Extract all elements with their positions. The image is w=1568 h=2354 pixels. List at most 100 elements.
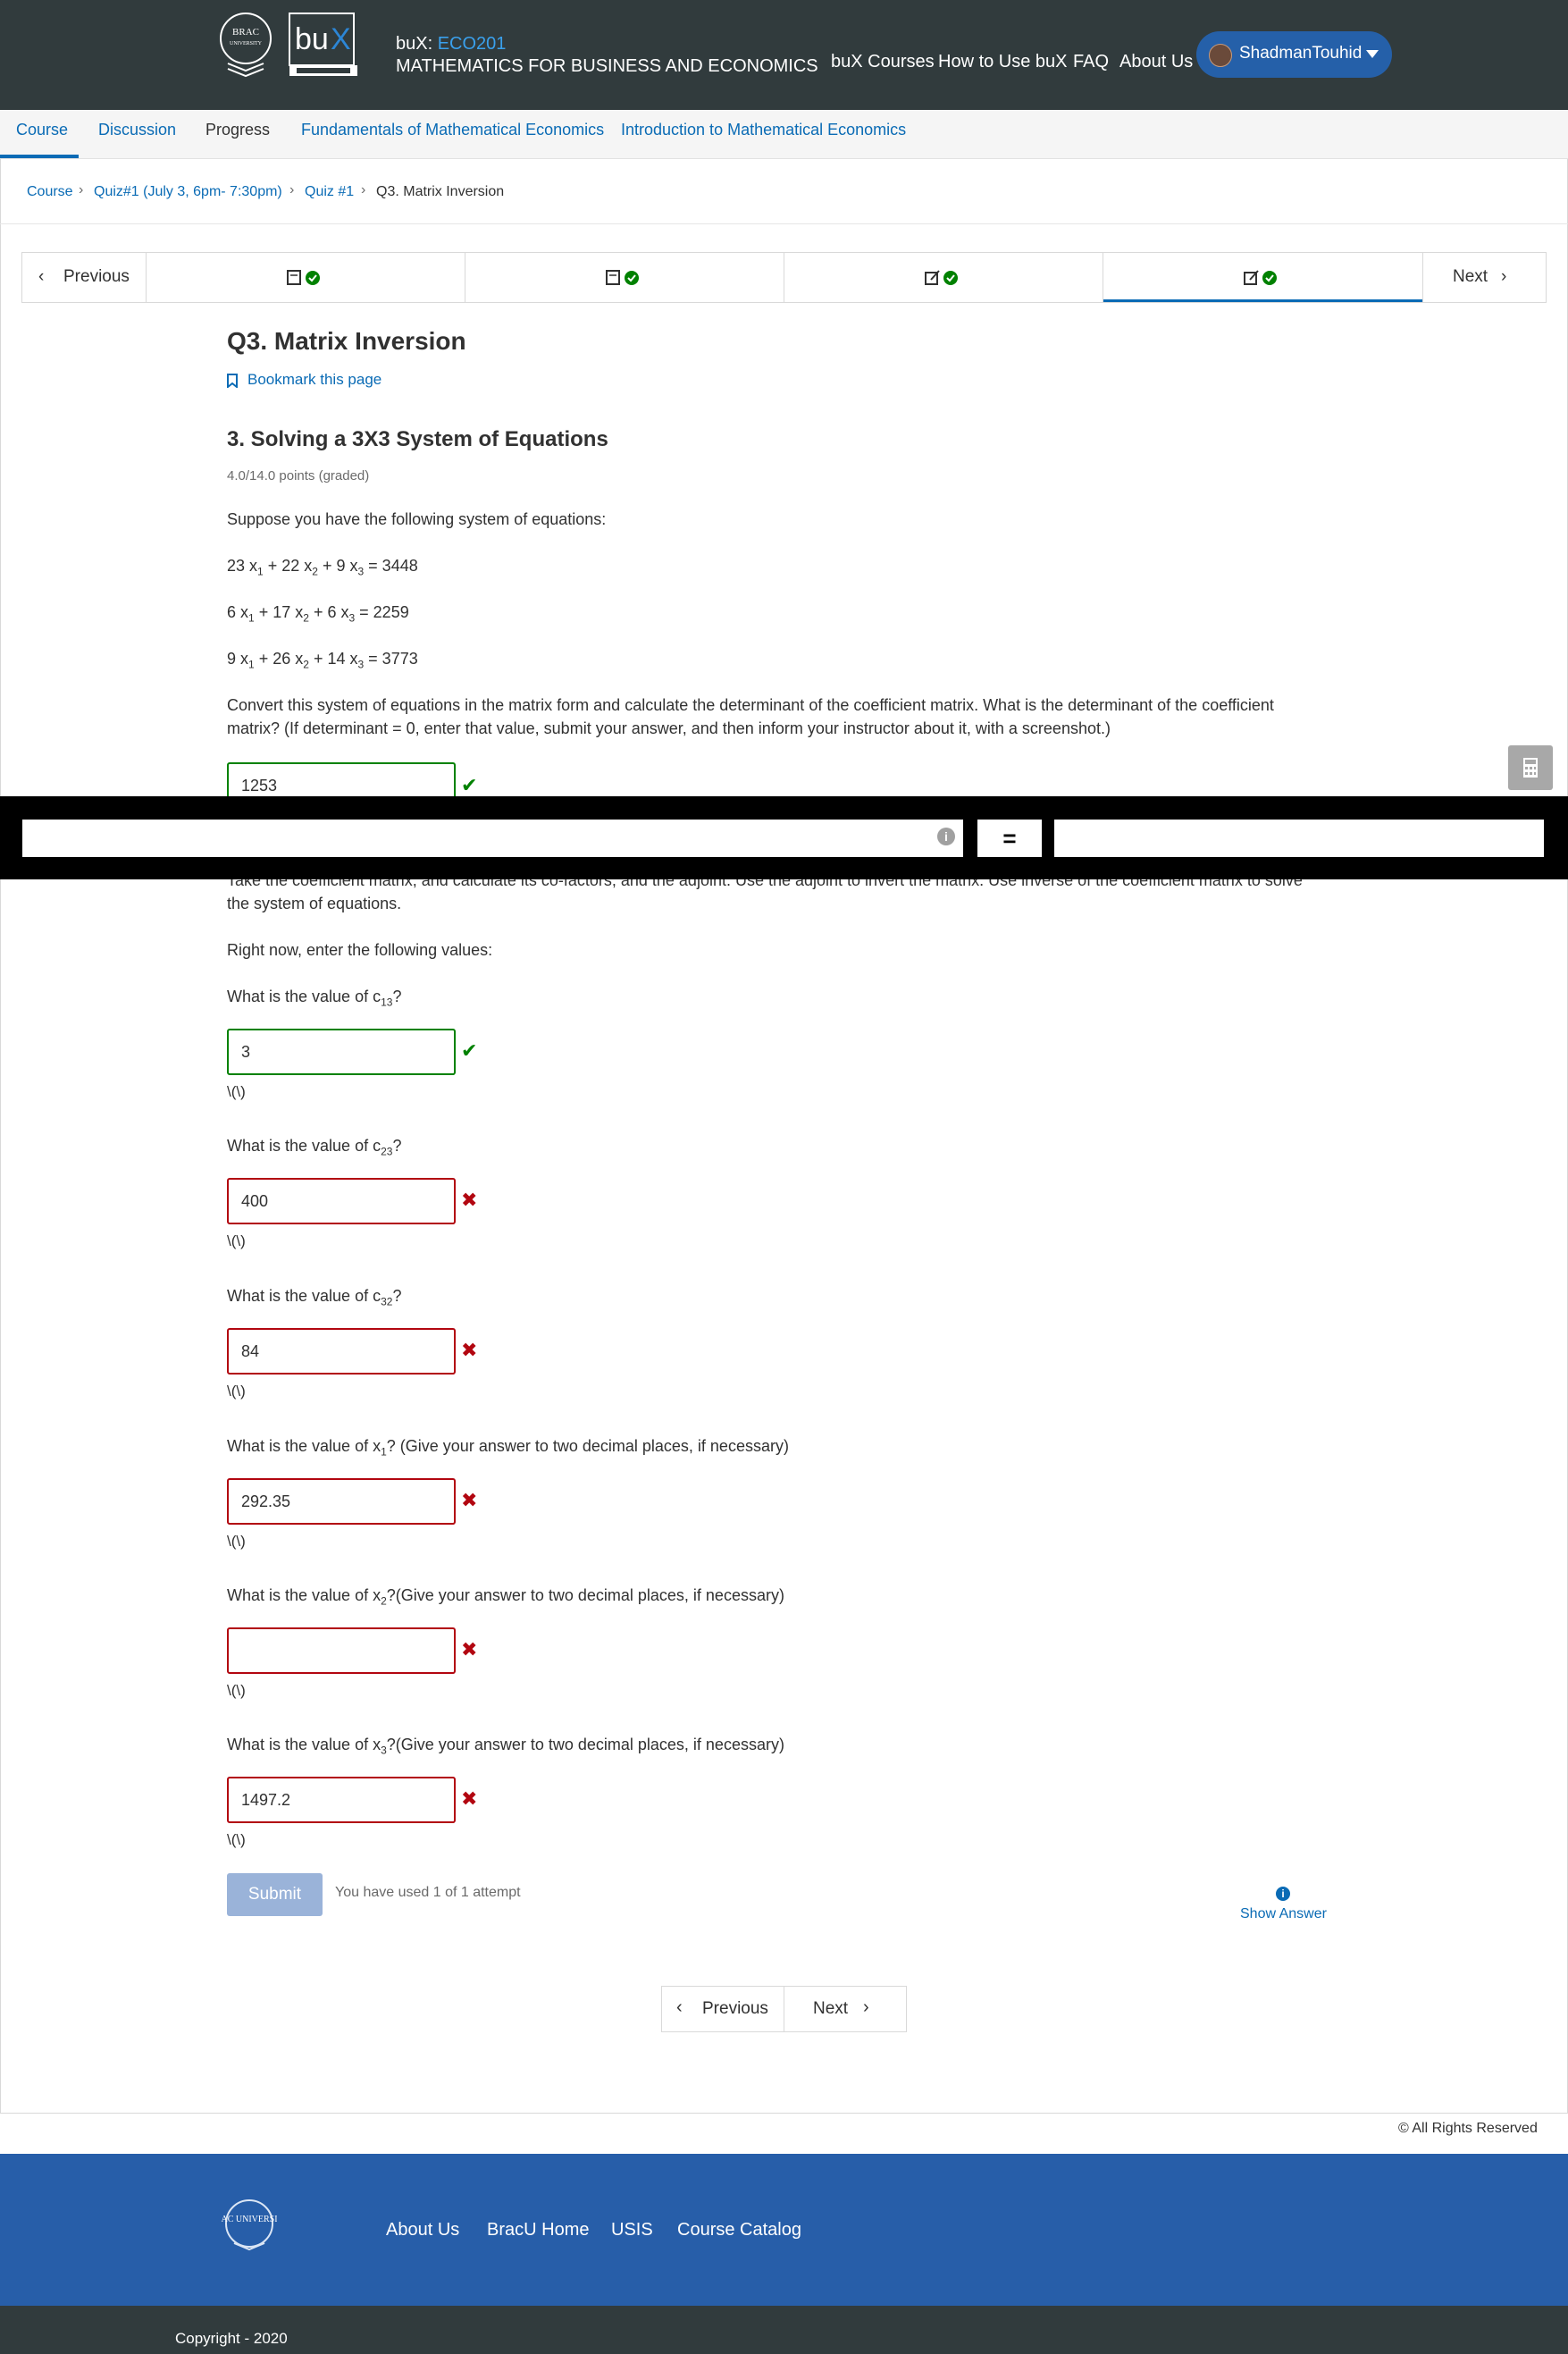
tab-fundamentals[interactable]: Fundamentals of Mathematical Economics (301, 121, 604, 139)
calculator-icon (1523, 758, 1538, 778)
user-name: ShadmanTouhid (1239, 44, 1363, 63)
mathjax-preview: \(\) (227, 1831, 246, 1848)
sequence-previous-button[interactable]: ‹ Previous (22, 253, 147, 302)
footer-about-us[interactable]: About Us (386, 2220, 459, 2241)
breadcrumb-course[interactable]: Course (27, 184, 73, 200)
det-question-line-1: Convert this system of equations in the … (227, 696, 1274, 714)
chevron-right-icon: › (79, 182, 84, 198)
chevron-right-icon: › (289, 182, 295, 198)
nav-bux-courses[interactable]: buX Courses (831, 52, 935, 72)
edit-icon (1244, 270, 1277, 285)
mathjax-preview: \(\) (227, 1682, 246, 1699)
c13-answer-input[interactable]: 3 (227, 1029, 456, 1075)
x3-answer-input[interactable]: 1497.2 (227, 1777, 456, 1823)
footer-course-catalog[interactable]: Course Catalog (677, 2220, 801, 2241)
svg-text:UNIVERSITY: UNIVERSITY (230, 41, 263, 46)
question-x2: What is the value of x2?(Give your answe… (227, 1586, 784, 1608)
mathjax-preview: \(\) (227, 1232, 246, 1249)
cofactor-instructions-line-2: the system of equations. (227, 895, 402, 912)
bottom-next-button[interactable]: Next › (784, 1987, 906, 2031)
question-x3: What is the value of x3?(Give your answe… (227, 1736, 784, 1757)
chevron-left-icon: ‹ (676, 1997, 683, 2017)
nav-how-to-use[interactable]: How to Use buX (938, 52, 1068, 72)
book-icon (606, 270, 639, 285)
user-menu-button[interactable]: ShadmanTouhid (1196, 31, 1392, 78)
active-unit-indicator (1103, 299, 1422, 302)
problem-points: 4.0/14.0 points (graded) (227, 468, 370, 483)
breadcrumb-quiz[interactable]: Quiz #1 (305, 184, 354, 200)
tab-discussion[interactable]: Discussion (98, 121, 176, 139)
attempts-text: You have used 1 of 1 attempt (335, 1885, 521, 1900)
nav-faq[interactable]: FAQ (1073, 52, 1109, 72)
footer-usis[interactable]: USIS (611, 2220, 653, 2241)
x1-answer-input[interactable]: 292.35 (227, 1478, 456, 1525)
c32-answer-input[interactable]: 84 (227, 1328, 456, 1375)
incorrect-x-icon: ✖ (461, 1638, 478, 1660)
sequence-unit-1[interactable] (146, 253, 465, 302)
equation-1: 23 x1 + 22 x2 + 9 x3 = 3448 (227, 557, 418, 578)
equation-3: 9 x1 + 26 x2 + 14 x3 = 3773 (227, 650, 418, 671)
det-question-line-2: matrix? (If determinant = 0, enter that … (227, 719, 1111, 737)
chevron-right-icon: › (863, 1997, 869, 2017)
svg-text:bu: bu (295, 22, 329, 56)
bottom-previous-button[interactable]: ‹ Previous (662, 1987, 784, 2031)
question-x1: What is the value of x1? (Give your answ… (227, 1437, 789, 1459)
sequence-unit-4-active[interactable] (1103, 253, 1423, 302)
copyright-text: Copyright - 2020 (175, 2330, 288, 2347)
sequence-next-button[interactable]: Next › (1422, 253, 1546, 302)
info-icon: i (1276, 1887, 1290, 1901)
svg-text:BRAC UNIVERSITY: BRAC UNIVERSITY (222, 2215, 277, 2224)
tab-course[interactable]: Course (16, 121, 68, 139)
incorrect-x-icon: ✖ (461, 1489, 478, 1511)
svg-text:BRAC: BRAC (232, 27, 259, 38)
problem-intro: Suppose you have the following system of… (227, 510, 607, 528)
bux-logo[interactable]: bu X (288, 12, 359, 79)
sequence-nav: ‹ Previous Next › (21, 252, 1547, 303)
problem-title: 3. Solving a 3X3 System of Equations (227, 427, 608, 451)
incorrect-x-icon: ✖ (461, 1339, 478, 1361)
mathjax-preview: \(\) (227, 1383, 246, 1400)
next-label: Next (1453, 267, 1488, 286)
brac-university-logo[interactable]: BRAC UNIVERSITY (214, 12, 277, 79)
all-rights-reserved: © All Rights Reserved (1398, 2121, 1538, 2136)
next-label: Next (813, 1999, 849, 2018)
previous-label: Previous (702, 1999, 768, 2018)
correct-check-icon: ✔ (461, 1039, 478, 1062)
course-title: MATHEMATICS FOR BUSINESS AND ECONOMICS (396, 56, 818, 76)
previous-label: Previous (63, 267, 130, 286)
unit-title: Q3. Matrix Inversion (227, 327, 466, 355)
calculator-toggle-button[interactable] (1508, 745, 1553, 790)
equation-2: 6 x1 + 17 x2 + 6 x3 = 2259 (227, 603, 409, 625)
info-icon[interactable]: i (937, 828, 955, 845)
course-code-link[interactable]: ECO201 (438, 34, 507, 54)
chevron-left-icon: ‹ (38, 267, 45, 286)
caret-down-icon (1366, 50, 1379, 58)
correct-check-icon: ✔ (461, 774, 478, 796)
breadcrumb-quiz-section[interactable]: Quiz#1 (July 3, 6pm- 7:30pm) (94, 184, 282, 200)
show-answer-button[interactable]: Show Answer (1240, 1906, 1327, 1922)
sequence-unit-3[interactable] (784, 253, 1103, 302)
calculator-equals-button[interactable]: = (977, 820, 1042, 857)
question-c23: What is the value of c23? (227, 1137, 402, 1158)
c23-answer-input[interactable]: 400 (227, 1178, 456, 1224)
breadcrumb-current: Q3. Matrix Inversion (376, 184, 505, 199)
active-tab-indicator (0, 155, 79, 158)
sequence-unit-2[interactable] (465, 253, 784, 302)
x2-answer-input[interactable] (227, 1627, 456, 1674)
chevron-right-icon: › (1501, 267, 1507, 286)
incorrect-x-icon: ✖ (461, 1189, 478, 1211)
submit-button[interactable]: Submit (227, 1873, 323, 1916)
footer-bracu-home[interactable]: BracU Home (487, 2220, 589, 2241)
calculator-output (1054, 820, 1544, 857)
book-icon (287, 270, 320, 285)
avatar (1209, 44, 1232, 67)
tab-introduction[interactable]: Introduction to Mathematical Economics (621, 121, 906, 139)
chevron-right-icon: › (361, 182, 366, 198)
tab-progress[interactable]: Progress (205, 121, 270, 139)
question-c13: What is the value of c13? (227, 988, 402, 1009)
question-c32: What is the value of c32? (227, 1287, 402, 1308)
svg-text:X: X (331, 22, 351, 56)
brac-university-logo[interactable]: BRAC UNIVERSITY (209, 2198, 289, 2261)
calculator-input[interactable] (22, 820, 963, 857)
nav-about-us[interactable]: About Us (1119, 52, 1193, 72)
